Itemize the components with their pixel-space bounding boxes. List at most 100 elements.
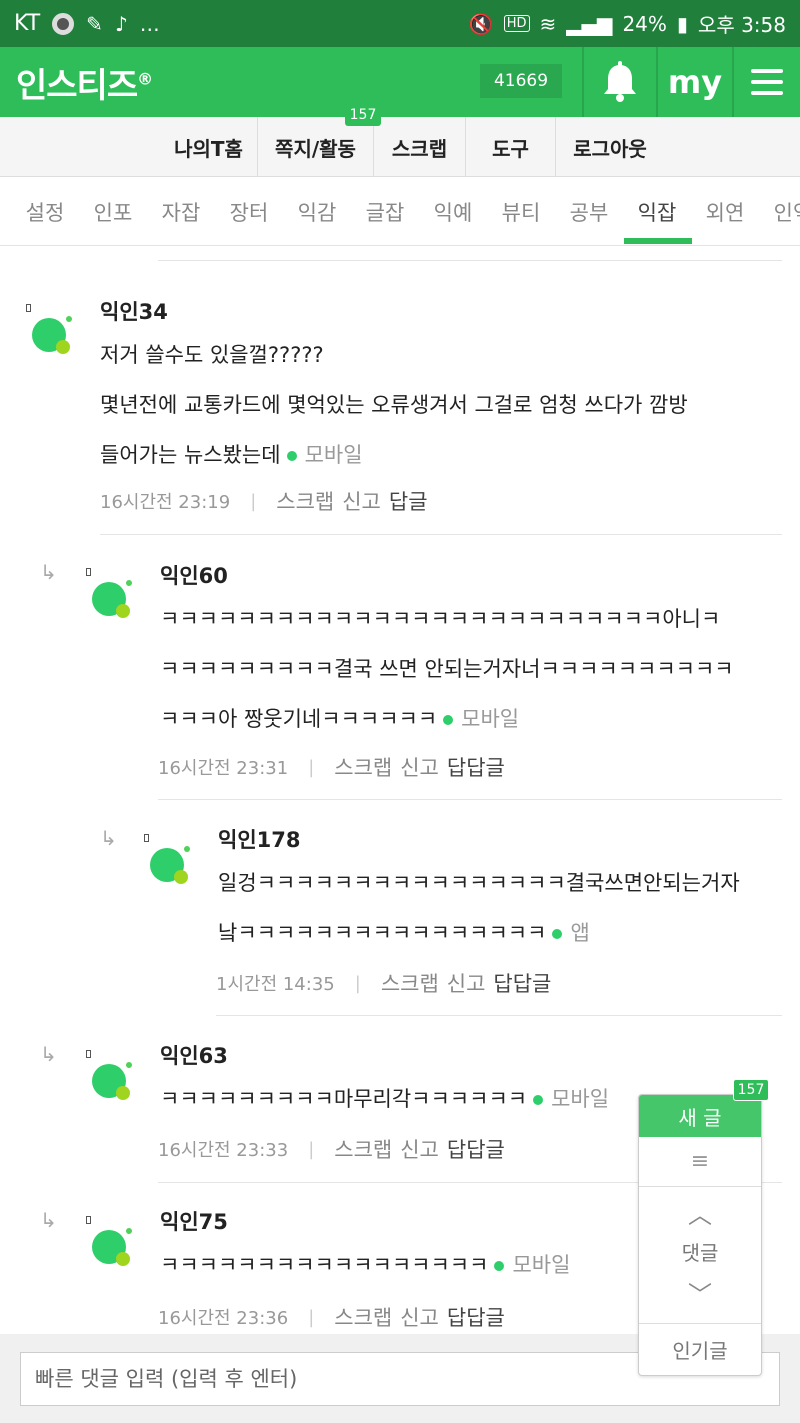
scrap-link[interactable]: 스크랩	[334, 1134, 392, 1164]
tab-beauty[interactable]: 뷰티	[490, 178, 552, 245]
comment-text: ㅋㅋㅋㅋㅋㅋㅋㅋㅋㅋㅋㅋㅋㅋㅋㅋㅋㅋㅋㅋㅋㅋㅋㅋㅋㅋ아니ㅋ ㅋㅋㅋㅋㅋㅋㅋㅋㅋ결…	[160, 607, 734, 731]
status-bar: KT ✎ ♪ … 🔇 HD ≋ ▂▄▆ 24% ▮ 오후 3:58	[0, 0, 800, 47]
comment-time: 16시간전 23:33	[158, 1140, 289, 1161]
scroll-down-button[interactable]: ﹀	[639, 1275, 761, 1310]
submenu-logout[interactable]: 로그아웃	[556, 117, 664, 177]
report-link[interactable]: 신고	[400, 1134, 439, 1164]
battery-label: 24%	[622, 11, 667, 36]
list-icon: ≡	[690, 1149, 710, 1174]
comments-jump-button[interactable]: 댓글	[639, 1237, 761, 1266]
menu-button[interactable]	[732, 47, 800, 117]
tab-info[interactable]: 인포	[82, 178, 144, 245]
reply-arrow-icon: ↳	[40, 560, 57, 584]
scroll-up-button[interactable]: ︿	[639, 1195, 761, 1230]
reply-link[interactable]: 답답글	[447, 1302, 505, 1332]
category-tabs: 설정 인포 자잡 장터 익감 글잡 익예 뷰티 공부 익잡 외연 인역	[0, 178, 800, 246]
tab-oeyeon[interactable]: 외연	[694, 178, 756, 245]
avatar	[86, 560, 138, 618]
divider	[158, 799, 782, 800]
tab-geuljab[interactable]: 글잡	[354, 178, 416, 245]
device-label: 모바일	[512, 1253, 571, 1277]
new-post-button[interactable]: 새 글	[639, 1095, 761, 1137]
tab-study[interactable]: 공부	[558, 178, 620, 245]
scrap-link[interactable]: 스크랩	[276, 486, 334, 516]
carrier-label: KT	[14, 11, 41, 36]
device-dot-icon	[286, 451, 297, 461]
tab-market[interactable]: 장터	[218, 178, 280, 245]
reply-link[interactable]: 답글	[389, 486, 428, 516]
comment-time: 16시간전 23:31	[158, 758, 289, 779]
hd-icon: HD	[503, 15, 530, 32]
comment-time: 16시간전 23:19	[100, 492, 231, 513]
comment-author[interactable]: 익인75	[160, 1206, 228, 1236]
submenu-messages[interactable]: 쪽지/활동	[258, 117, 374, 177]
notification-button[interactable]	[582, 47, 656, 117]
device-dot-icon	[443, 715, 454, 725]
device-label: 모바일	[461, 707, 520, 731]
submenu-scrap[interactable]: 스크랩	[374, 117, 466, 177]
site-logo[interactable]: 인스티즈®	[16, 58, 153, 107]
avatar	[26, 296, 78, 354]
hamburger-icon	[751, 69, 783, 95]
list-button[interactable]: ≡	[639, 1137, 761, 1187]
tab-inyeok[interactable]: 인역	[762, 178, 800, 245]
reply-arrow-icon: ↳	[40, 1208, 57, 1232]
comment-author[interactable]: 익인63	[160, 1040, 228, 1070]
comment-text: 저거 쓸수도 있을껄????? 몇년전에 교통카드에 몇억있는 오류생겨서 그걸…	[100, 343, 688, 467]
comment-time: 1시간전 14:35	[216, 974, 335, 995]
reply-link[interactable]: 답답글	[447, 1134, 505, 1164]
comment-text: ㅋㅋㅋㅋㅋㅋㅋㅋㅋ마무리각ㅋㅋㅋㅋㅋㅋ 모바일	[160, 1087, 610, 1111]
floating-nav-panel: 새 글 157 ≡ ︿ 댓글 ﹀ 인기글	[638, 1079, 769, 1376]
submenu-tools[interactable]: 도구	[466, 117, 556, 177]
comment-author[interactable]: 익인178	[218, 824, 300, 854]
popular-posts-button[interactable]: 인기글	[639, 1323, 761, 1375]
report-link[interactable]: 신고	[447, 968, 486, 998]
tab-settings[interactable]: 설정	[14, 178, 76, 245]
tab-jajab[interactable]: 자잡	[150, 178, 212, 245]
scrap-link[interactable]: 스크랩	[381, 968, 439, 998]
reply-arrow-icon: ↳	[40, 1042, 57, 1066]
point-counter[interactable]: 41669	[480, 64, 562, 98]
device-label: 앱	[570, 921, 590, 945]
tab-ikgam[interactable]: 익감	[286, 178, 348, 245]
comment-meta: 16시간전 23:19 | 스크랩 신고 답글	[100, 486, 428, 516]
device-label: 모바일	[551, 1087, 610, 1111]
music-icon: ♪	[114, 11, 128, 36]
device-label: 모바일	[304, 443, 363, 467]
tab-ikye[interactable]: 익예	[422, 178, 484, 245]
chevron-down-icon: ﹀	[688, 1281, 712, 1309]
comment-author[interactable]: 익인60	[160, 560, 228, 590]
report-link[interactable]: 신고	[342, 486, 381, 516]
new-post-badge: 157	[733, 1079, 769, 1101]
scrap-link[interactable]: 스크랩	[334, 1302, 392, 1332]
reply-link[interactable]: 답답글	[493, 968, 551, 998]
comment-time: 16시간전 23:36	[158, 1308, 289, 1329]
sub-menu: 나의T홈 쪽지/활동 스크랩 도구 로그아웃	[0, 117, 800, 177]
activity-badge: 157	[345, 104, 381, 126]
wifi-icon: ≋	[539, 11, 557, 36]
report-link[interactable]: 신고	[400, 1302, 439, 1332]
battery-icon: ▮	[676, 11, 688, 36]
pin-icon: ✎	[86, 11, 103, 36]
comment-author[interactable]: 익인34	[100, 296, 168, 326]
reply-link[interactable]: 답답글	[447, 752, 505, 782]
my-button[interactable]: my	[656, 47, 732, 117]
report-link[interactable]: 신고	[400, 752, 439, 782]
comment-meta: 1시간전 14:35 | 스크랩 신고 답답글	[216, 968, 551, 998]
avatar	[144, 826, 196, 884]
device-dot-icon	[494, 1261, 505, 1271]
mute-icon: 🔇	[468, 11, 494, 36]
more-icon: …	[139, 11, 160, 36]
signal-icon: ▂▄▆	[566, 11, 613, 36]
bell-icon	[604, 61, 636, 102]
tab-ikjab[interactable]: 익잡	[626, 178, 688, 245]
submenu-home[interactable]: 나의T홈	[160, 117, 258, 177]
reply-arrow-icon: ↳	[100, 826, 117, 850]
avatar	[86, 1208, 138, 1266]
clock-label: 오후 3:58	[697, 13, 786, 37]
device-dot-icon	[533, 1095, 544, 1105]
scrap-link[interactable]: 스크랩	[334, 752, 392, 782]
app-header: 인스티즈® 41669 my	[0, 47, 800, 117]
record-icon	[52, 12, 75, 35]
comment-text: ㅋㅋㅋㅋㅋㅋㅋㅋㅋㅋㅋㅋㅋㅋㅋㅋㅋ 모바일	[160, 1253, 571, 1277]
